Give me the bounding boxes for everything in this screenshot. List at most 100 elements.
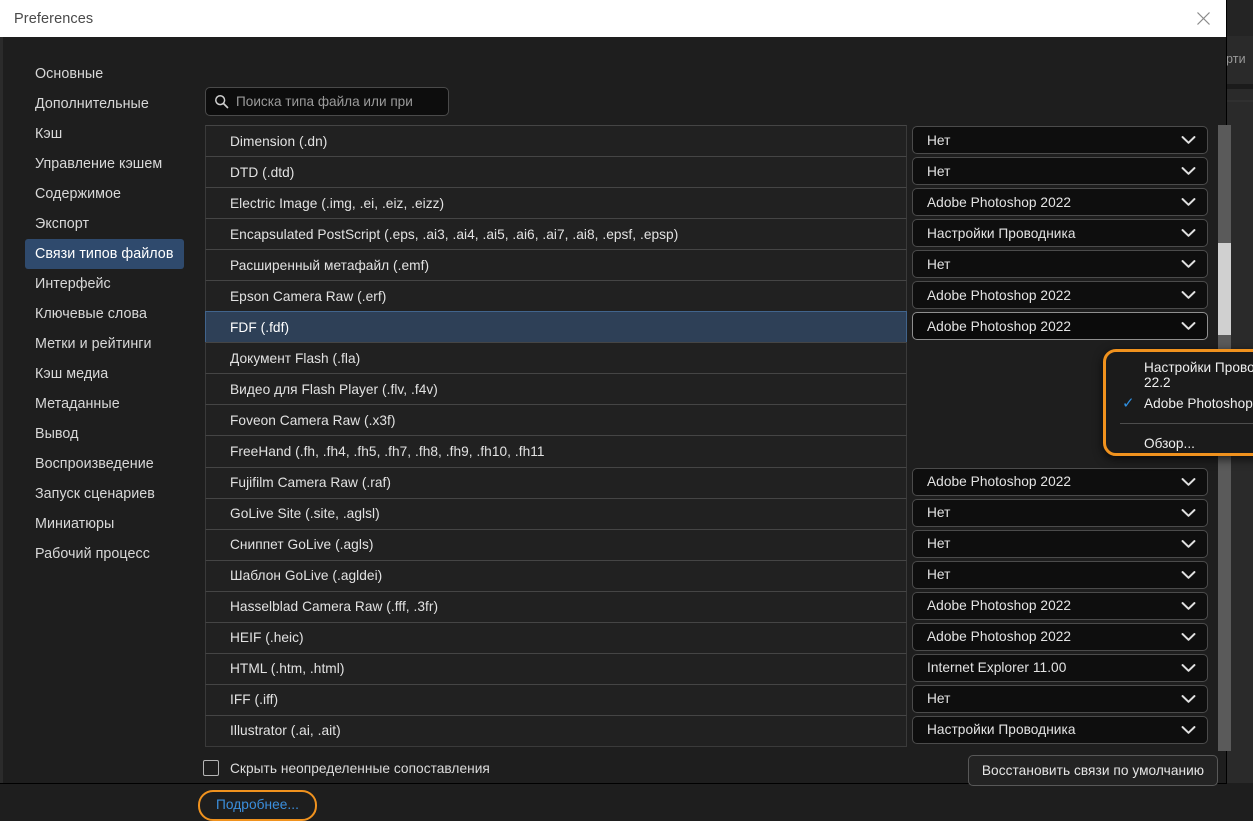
file-type-name-cell[interactable]: FDF (.fdf)	[205, 311, 907, 344]
file-type-name-cell[interactable]: Расширенный метафайл (.emf)	[205, 249, 907, 282]
sidebar-item-3[interactable]: Управление кэшем	[25, 149, 184, 179]
search-input[interactable]	[236, 94, 442, 109]
hide-undefined-checkbox[interactable]	[203, 760, 219, 776]
file-type-name-cell[interactable]: FreeHand (.fh, .fh4, .fh5, .fh7, .fh8, .…	[205, 435, 907, 468]
association-dropdown[interactable]: Нет	[912, 560, 1208, 589]
association-dropdown[interactable]: Adobe Photoshop 2022	[912, 467, 1208, 496]
window-title: Preferences	[14, 10, 94, 27]
association-dropdown[interactable]: Нет	[912, 529, 1208, 558]
table-row[interactable]: Epson Camera Raw (.erf) Adobe Photoshop 2…	[205, 280, 1218, 313]
table-row[interactable]: Шаблон GoLive (.agldei) Нет	[205, 559, 1218, 592]
more-info-link-highlight[interactable]: Подробнее...	[198, 790, 317, 821]
file-type-name-cell[interactable]: Fujifilm Camera Raw (.raf)	[205, 466, 907, 499]
table-row[interactable]: Foveon Camera Raw (.x3f)	[205, 404, 1218, 437]
association-dropdown[interactable]: Нет	[912, 157, 1208, 186]
search-box[interactable]	[205, 87, 449, 116]
file-type-name-cell[interactable]: Шаблон GoLive (.agldei)	[205, 559, 907, 592]
table-row[interactable]: IFF (.iff) Нет	[205, 683, 1218, 716]
file-type-name-cell[interactable]: DTD (.dtd)	[205, 156, 907, 189]
file-type-name-cell[interactable]: Сниппет GoLive (.agls)	[205, 528, 907, 561]
file-type-name-cell[interactable]: Encapsulated PostScript (.eps, .ai3, .ai…	[205, 218, 907, 251]
sidebar-item-5[interactable]: Экспорт	[25, 209, 184, 239]
association-dropdown[interactable]: Нет	[912, 498, 1208, 527]
file-type-name-cell[interactable]: Illustrator (.ai, .ait)	[205, 714, 907, 747]
table-row[interactable]: Документ Flash (.fla)	[205, 342, 1218, 375]
file-type-name-cell[interactable]: Electric Image (.img, .ei, .eiz, .eizz)	[205, 187, 907, 220]
file-type-name-cell[interactable]: Epson Camera Raw (.erf)	[205, 280, 907, 313]
association-dropdown[interactable]: Adobe Photoshop 2022	[912, 281, 1208, 310]
table-row[interactable]: Illustrator (.ai, .ait) Настройки Проводн…	[205, 714, 1218, 747]
more-info-link[interactable]: Подробнее...	[216, 797, 299, 812]
file-type-name-cell[interactable]: HTML (.htm, .html)	[205, 652, 907, 685]
file-type-name-cell[interactable]: Foveon Camera Raw (.x3f)	[205, 404, 907, 437]
association-value: Нет	[927, 691, 951, 707]
sidebar-item-14[interactable]: Запуск сценариев	[25, 479, 184, 509]
sidebar-item-4[interactable]: Содержимое	[25, 179, 184, 209]
file-type-name-cell[interactable]: Dimension (.dn)	[205, 125, 907, 158]
file-type-label: Illustrator (.ai, .ait)	[230, 723, 341, 739]
sidebar-item-12[interactable]: Вывод	[25, 419, 184, 449]
file-type-name-cell[interactable]: Документ Flash (.fla)	[205, 342, 907, 375]
association-dropdown[interactable]: Настройки Проводника	[912, 219, 1208, 248]
association-dropdown[interactable]: Нет	[912, 684, 1208, 713]
table-row[interactable]: Dimension (.dn) Нет	[205, 125, 1218, 158]
restore-defaults-button[interactable]: Восстановить связи по умолчанию	[968, 755, 1218, 786]
association-dropdown[interactable]: Нет	[912, 126, 1208, 155]
scrollbar-thumb[interactable]	[1218, 243, 1231, 335]
sidebar-item-15[interactable]: Миниатюры	[25, 509, 184, 539]
table-row[interactable]: FDF (.fdf) Adobe Photoshop 2022	[205, 311, 1218, 344]
popup-menu-item-explorer-default[interactable]: Настройки Проводника: Adobe Acrobat DC 2…	[1106, 359, 1253, 390]
chevron-down-glyph	[1181, 198, 1196, 206]
sidebar-item-9[interactable]: Метки и рейтинги	[25, 329, 184, 359]
sidebar-item-10[interactable]: Кэш медиа	[25, 359, 184, 389]
table-row[interactable]: GoLive Site (.site, .aglsl) Нет	[205, 497, 1218, 530]
chevron-down-icon	[1181, 539, 1196, 549]
table-row[interactable]: Расширенный метафайл (.emf) Нет	[205, 249, 1218, 282]
association-dropdown[interactable]: Internet Explorer 11.00	[912, 653, 1208, 682]
chevron-down-icon	[1181, 290, 1196, 300]
popup-item-label: Настройки Проводника: Adobe Acrobat DC 2…	[1144, 359, 1253, 390]
sidebar-item-2[interactable]: Кэш	[25, 119, 184, 149]
file-type-name-cell[interactable]: HEIF (.heic)	[205, 621, 907, 654]
sidebar-item-6[interactable]: Связи типов файлов	[25, 239, 184, 269]
title-bar: Preferences	[0, 0, 1226, 37]
file-type-name-cell[interactable]: Hasselblad Camera Raw (.fff, .3fr)	[205, 590, 907, 623]
table-row[interactable]: Electric Image (.img, .ei, .eiz, .eizz) A…	[205, 187, 1218, 220]
sidebar-item-1[interactable]: Дополнительные	[25, 89, 184, 119]
table-row[interactable]: FreeHand (.fh, .fh4, .fh5, .fh7, .fh8, .…	[205, 435, 1218, 468]
close-icon[interactable]	[1180, 0, 1226, 37]
association-dropdown[interactable]: Нет	[912, 250, 1208, 279]
association-value: Нет	[927, 536, 951, 552]
sidebar-item-0[interactable]: Основные	[25, 59, 184, 89]
table-row[interactable]: Fujifilm Camera Raw (.raf) Adobe Photosho…	[205, 466, 1218, 499]
association-dropdown[interactable]: Adobe Photoshop 2022	[912, 591, 1208, 620]
sidebar-item-label: Запуск сценариев	[35, 486, 155, 502]
table-row[interactable]: Видео для Flash Player (.flv, .f4v)	[205, 373, 1218, 406]
association-cell: Нет	[907, 249, 1218, 280]
association-cell: Нет	[907, 156, 1218, 187]
hide-undefined-checkbox-row[interactable]: Скрыть неопределенные сопоставления	[203, 760, 490, 776]
association-dropdown[interactable]: Настройки Проводника	[912, 715, 1208, 744]
sidebar-item-label: Кэш	[35, 126, 63, 142]
table-row[interactable]: DTD (.dtd) Нет	[205, 156, 1218, 189]
association-dropdown[interactable]: Adobe Photoshop 2022	[912, 312, 1208, 341]
file-type-name-cell[interactable]: GoLive Site (.site, .aglsl)	[205, 497, 907, 530]
sidebar-item-16[interactable]: Рабочий процесс	[25, 539, 184, 569]
file-type-name-cell[interactable]: IFF (.iff)	[205, 683, 907, 716]
table-row[interactable]: Hasselblad Camera Raw (.fff, .3fr) Adobe …	[205, 590, 1218, 623]
table-row[interactable]: Encapsulated PostScript (.eps, .ai3, .ai…	[205, 218, 1218, 251]
association-dropdown[interactable]: Adobe Photoshop 2022	[912, 622, 1208, 651]
table-row[interactable]: HTML (.htm, .html) Internet Explorer 11.0…	[205, 652, 1218, 685]
popup-menu-item-browse[interactable]: Обзор...	[1106, 429, 1253, 458]
table-row[interactable]: HEIF (.heic) Adobe Photoshop 2022	[205, 621, 1218, 654]
sidebar-item-7[interactable]: Интерфейс	[25, 269, 184, 299]
table-row[interactable]: Сниппет GoLive (.agls) Нет	[205, 528, 1218, 561]
sidebar-item-8[interactable]: Ключевые слова	[25, 299, 184, 329]
sidebar-item-11[interactable]: Метаданные	[25, 389, 184, 419]
association-cell: Нет	[907, 529, 1218, 560]
association-dropdown[interactable]: Adobe Photoshop 2022	[912, 188, 1208, 217]
file-type-name-cell[interactable]: Видео для Flash Player (.flv, .f4v)	[205, 373, 907, 406]
sidebar-item-13[interactable]: Воспроизведение	[25, 449, 184, 479]
popup-menu-item-photoshop[interactable]: ✓ Adobe Photoshop 2022	[1106, 389, 1253, 418]
association-value: Нет	[927, 132, 951, 148]
